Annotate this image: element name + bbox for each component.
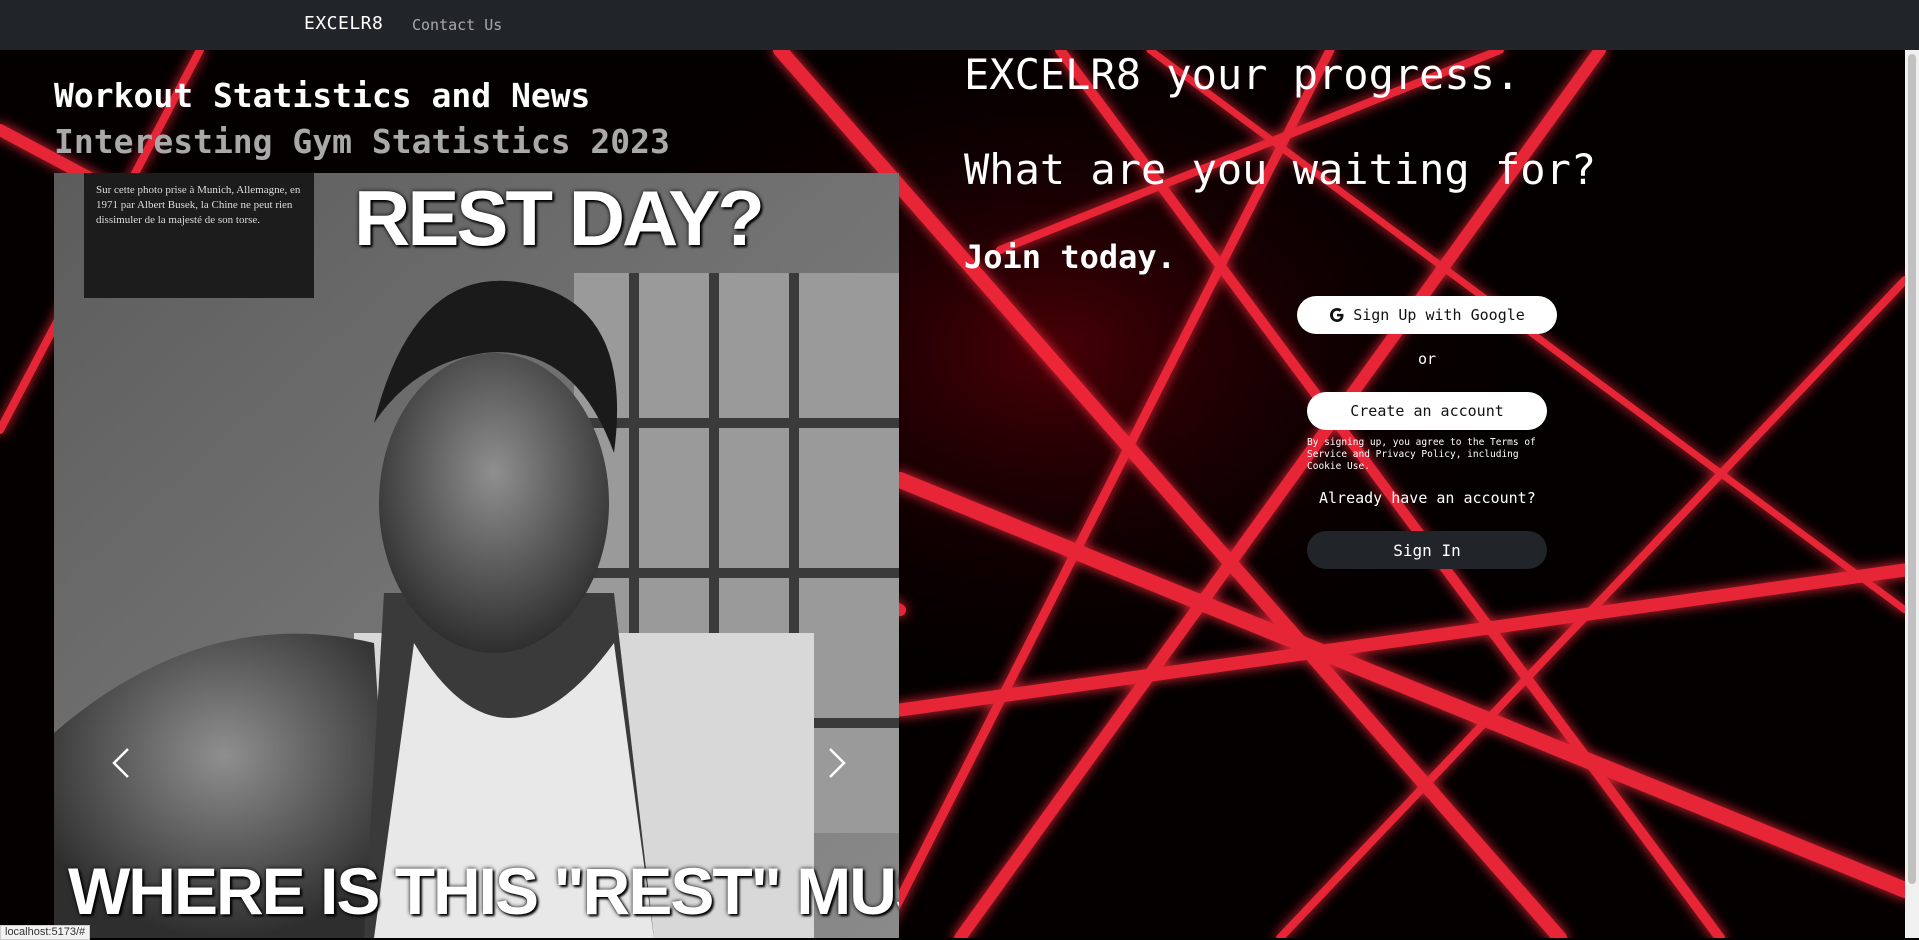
photo-caption-sign: Sur cette photo prise à Munich, Allemagn…	[84, 173, 314, 298]
prev-icon	[112, 748, 129, 778]
or-divider: or	[1418, 350, 1437, 368]
brand-logo[interactable]: EXCELR8	[304, 13, 383, 34]
carousel-next-button[interactable]	[816, 743, 856, 783]
next-icon	[829, 748, 846, 778]
scrollbar-thumb[interactable]	[1908, 54, 1916, 884]
create-account-button[interactable]: Create an account	[1307, 392, 1547, 430]
meme-bottom-text: WHERE IS THIS "REST" MUSCLE	[68, 854, 899, 928]
hero-question: What are you waiting for?	[964, 145, 1597, 194]
top-navbar: EXCELR8 Contact Us	[0, 0, 1919, 50]
carousel-prev-button[interactable]	[102, 743, 142, 783]
sign-in-button[interactable]: Sign In	[1307, 531, 1547, 569]
hero-headline: EXCELR8 your progress.	[964, 50, 1521, 99]
carousel-slide-image: Sur cette photo prise à Munich, Allemagn…	[54, 173, 899, 938]
terms-notice: By signing up, you agree to the Terms of…	[1307, 437, 1536, 472]
hero-join: Join today.	[964, 238, 1176, 276]
news-title: Workout Statistics and News	[54, 76, 591, 115]
page-scrollbar[interactable]	[1905, 50, 1919, 938]
meme-top-text: REST DAY?	[354, 174, 765, 262]
google-signup-label: Sign Up with Google	[1353, 306, 1525, 324]
news-carousel: Sur cette photo prise à Munich, Allemagn…	[54, 173, 899, 938]
google-signup-button[interactable]: Sign Up with Google	[1297, 296, 1557, 334]
google-icon	[1330, 308, 1344, 322]
already-account-text: Already have an account?	[1319, 489, 1536, 507]
news-subtitle: Interesting Gym Statistics 2023	[54, 122, 670, 161]
nav-link-contact[interactable]: Contact Us	[412, 16, 502, 34]
